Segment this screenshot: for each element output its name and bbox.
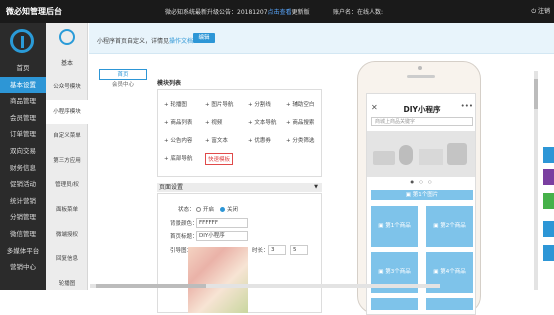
subnav-item[interactable]: 回复信息	[46, 247, 88, 272]
subnav-item[interactable]: 第三方应用	[46, 149, 88, 174]
sidebar-item[interactable]: 商品管理	[0, 93, 46, 110]
sub-sidebar: 基本 公众号模块 小程序模块 自定义菜单 第三方应用 管理员/权 面板菜单 微端授权 回复信息…	[46, 23, 88, 290]
product-card[interactable]	[426, 298, 473, 310]
module-item[interactable]: + 分类筛选	[286, 136, 314, 144]
sidebar-item[interactable]: 促销活动	[0, 176, 46, 193]
status-on-radio[interactable]: 开启	[196, 205, 214, 213]
subnav-item[interactable]: 微端授权	[46, 223, 88, 248]
page-tabs: 首页 会员中心	[99, 69, 147, 91]
sidebar-item[interactable]: 双向交易	[0, 143, 46, 160]
top-bar: 微必知管理后台 微必知系统最新升级公告：20181207点击查看更新版 账户名：…	[0, 0, 554, 23]
product-card[interactable]: ▣ 第1个商品	[371, 206, 418, 247]
banner-dots: ● ○ ○	[410, 179, 434, 184]
module-item[interactable]: + 图片导航	[205, 100, 233, 108]
subnav-item[interactable]: 小程序模块	[46, 99, 88, 125]
sidebar-item[interactable]: 分销管理	[0, 209, 46, 226]
subnav-title: 基本	[60, 60, 73, 67]
subnav-item[interactable]: 管理员/权	[46, 173, 88, 198]
phone-nav: ✕ DIY小程序 •••	[367, 102, 475, 114]
subnav-item[interactable]: 面板菜单	[46, 198, 88, 223]
doc-link[interactable]: 操作文档	[169, 38, 193, 45]
system-notice[interactable]: 微必知系统最新升级公告：20181207点击查看更新版	[165, 7, 310, 16]
main-sidebar: 首页 基本设置 商品管理 会员管理 订单管理 双向交易 财务信息 促销活动 统计营销 分销管理 微信…	[0, 23, 46, 290]
home-title-label: 首页标题：	[170, 234, 198, 240]
product-card[interactable]	[371, 298, 418, 310]
module-list-header: 模块列表	[157, 80, 182, 87]
module-item[interactable]: + 文本导航	[248, 118, 276, 126]
subnav-item[interactable]: 轮播图	[46, 272, 88, 297]
subnav-item[interactable]: 自定义菜单	[46, 124, 88, 149]
duration-min-input[interactable]: 3	[268, 245, 286, 255]
module-item[interactable]: + 分割线	[248, 100, 271, 108]
side-tool-button[interactable]	[543, 169, 554, 185]
duration-max-input[interactable]: 5	[290, 245, 308, 255]
phone-screen: ✕ DIY小程序 ••• 商城上商品关键字 ● ○ ○ ▣ 第1个图片 ▣ 第1…	[366, 93, 476, 315]
module-item[interactable]: + 辅助空白	[286, 100, 314, 108]
status-label: 状态：	[178, 207, 195, 213]
phone-preview: ✕ DIY小程序 ••• 商城上商品关键字 ● ○ ○ ▣ 第1个图片 ▣ 第1…	[357, 61, 481, 315]
notice-link[interactable]: 点击查看	[268, 9, 292, 16]
sidebar-item[interactable]: 统计营销	[0, 193, 46, 210]
vertical-scrollbar[interactable]	[534, 71, 538, 290]
page-tab[interactable]: 首页	[99, 69, 147, 80]
camera-icon	[418, 66, 422, 70]
logout-button[interactable]: ⏻ 注销	[531, 6, 550, 16]
sidebar-item[interactable]: 营销中心	[0, 259, 46, 276]
page-tab[interactable]: 会员中心	[99, 80, 147, 91]
page-settings-header[interactable]: 页面设置 ▼	[157, 183, 322, 192]
side-tool-button[interactable]	[543, 193, 554, 209]
module-item[interactable]: + 公告内容	[164, 136, 192, 144]
module-grid: + 轮播图 + 图片导航 + 分割线 + 辅助空白 + 商品列表 + 视频 + 文本导航 + …	[157, 89, 322, 177]
sidebar-item[interactable]: 微信管理	[0, 226, 46, 243]
more-icon[interactable]: •••	[461, 102, 473, 110]
main-content: 小程序首页自定义，详情见操作文档 编辑 首页 会员中心 模块列表 + 轮播图 + 图…	[89, 23, 554, 315]
module-item[interactable]: + 视频	[205, 118, 222, 126]
product-card[interactable]: ▣ 第2个商品	[426, 206, 473, 247]
logo-icon	[10, 29, 34, 53]
bg-color-input[interactable]: FFFFFF	[196, 218, 248, 228]
side-tool-button[interactable]	[543, 147, 554, 163]
quick-template-button[interactable]: 快速模板	[205, 153, 234, 165]
phone-search-input[interactable]: 商城上商品关键字	[371, 117, 473, 126]
subnav-item[interactable]: 公众号模块	[46, 75, 88, 100]
banner-image[interactable]	[367, 131, 475, 177]
module-item[interactable]: + 商品列表	[164, 118, 192, 126]
module-item[interactable]: + 底部导航	[164, 154, 192, 162]
app-title: 微必知管理后台	[6, 7, 62, 16]
speaker-icon	[407, 75, 435, 78]
user-info: 账户名：在线人数:	[333, 9, 384, 16]
edit-button[interactable]: 编辑	[193, 33, 215, 43]
sidebar-item[interactable]: 多媒体平台	[0, 243, 46, 260]
horizontal-scrollbar[interactable]	[90, 284, 440, 288]
sidebar-item[interactable]: 订单管理	[0, 126, 46, 143]
tip-bar: 小程序首页自定义，详情见操作文档 编辑	[89, 23, 554, 54]
bg-color-label: 背景颜色：	[170, 221, 198, 227]
sidebar-item[interactable]: 首页	[0, 60, 46, 77]
gear-icon	[59, 29, 75, 45]
sidebar-item[interactable]: 基本设置	[0, 76, 46, 94]
tip-text: 小程序首页自定义，详情见操作文档	[97, 38, 194, 45]
sidebar-item[interactable]: 会员管理	[0, 110, 46, 127]
module-item[interactable]: + 商品搜索	[286, 118, 314, 126]
sidebar-item[interactable]: 财务信息	[0, 160, 46, 177]
home-title-input[interactable]: DIY小程序	[196, 231, 248, 241]
duration-label: 时长：	[252, 248, 269, 254]
module-item[interactable]: + 富文本	[205, 136, 228, 144]
guide-image[interactable]	[188, 247, 248, 313]
page-settings-form: 状态： 开启 关闭 背景颜色： FFFFFF 首页标题： DIY小程序 引导图：…	[157, 193, 322, 313]
module-item[interactable]: + 优惠券	[248, 136, 271, 144]
caret-down-icon: ▼	[314, 184, 318, 190]
side-tool-button[interactable]	[543, 221, 554, 237]
category-image-bar[interactable]: ▣ 第1个图片	[371, 190, 473, 200]
status-off-radio[interactable]: 关闭	[220, 205, 238, 213]
side-tool-button[interactable]	[543, 245, 554, 261]
module-item[interactable]: + 轮播图	[164, 100, 187, 108]
